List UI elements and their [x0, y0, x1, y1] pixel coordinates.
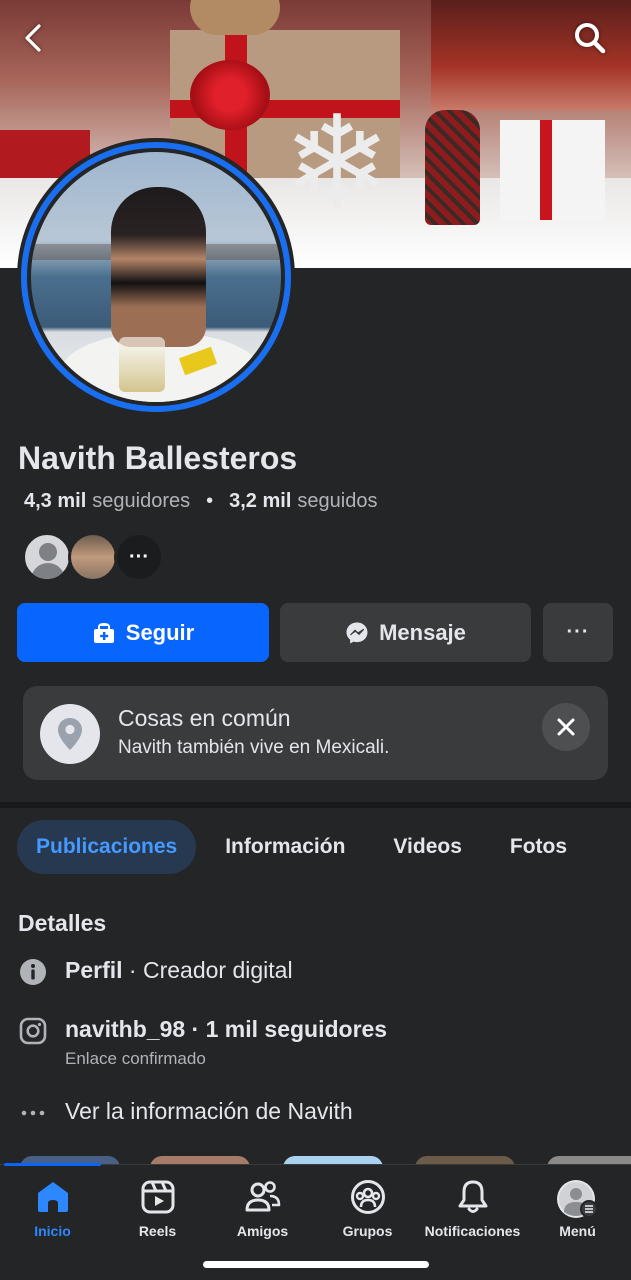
back-button[interactable]: [12, 16, 56, 60]
following-count[interactable]: 3,2 mil: [229, 490, 291, 513]
section-divider: [0, 802, 631, 808]
nav-notificaciones[interactable]: Notificaciones: [420, 1179, 525, 1239]
mutual-more[interactable]: ···: [114, 532, 164, 582]
tab-informacion[interactable]: Información: [206, 820, 364, 874]
instagram-confirmed: Enlace confirmado: [65, 1049, 206, 1068]
detail-instagram-row[interactable]: navithb_98 · 1 mil seguidores Enlace con…: [18, 1016, 387, 1069]
stats-separator: •: [206, 490, 214, 512]
bell-icon: [458, 1180, 487, 1213]
more-options-button[interactable]: ···: [543, 603, 613, 662]
instagram-followers: · 1 mil seguidores: [191, 1016, 388, 1042]
home-icon: [37, 1182, 68, 1212]
tab-publicaciones[interactable]: Publicaciones: [17, 820, 197, 874]
nav-label: Inicio: [34, 1223, 71, 1239]
menu-avatar-icon: [556, 1180, 598, 1218]
mutual-friends[interactable]: ···: [22, 532, 164, 582]
detail-profile-row: Perfil · Creador digital: [18, 957, 293, 987]
nav-label: Reels: [138, 1223, 177, 1239]
home-indicator[interactable]: [203, 1261, 429, 1268]
mutual-avatar-photo[interactable]: [68, 532, 118, 582]
reels-icon: [141, 1180, 174, 1214]
common-title: Cosas en común: [118, 705, 291, 731]
tab-videos[interactable]: Videos: [374, 820, 480, 874]
search-icon: [575, 23, 606, 54]
dismiss-button[interactable]: [542, 703, 590, 751]
close-icon: [557, 718, 575, 736]
see-more-info: Ver la información de Navith: [65, 1098, 353, 1124]
info-icon: [18, 957, 48, 987]
story-ring: [21, 142, 291, 412]
follow-label: Seguir: [125, 619, 195, 645]
nav-grupos[interactable]: Grupos: [315, 1179, 420, 1239]
groups-icon: [350, 1180, 385, 1214]
profile-type-label: Perfil: [65, 957, 123, 983]
nav-inicio[interactable]: Inicio: [0, 1179, 105, 1239]
nav-reels[interactable]: Reels: [105, 1179, 210, 1239]
nav-label: Amigos: [236, 1223, 289, 1239]
tab-fotos[interactable]: Fotos: [491, 820, 586, 874]
nav-menu[interactable]: Menú: [525, 1179, 630, 1239]
active-tab-indicator: [4, 1163, 101, 1166]
more-dots-icon: ···: [566, 621, 590, 643]
friends-icon: [245, 1181, 280, 1212]
messenger-icon: [346, 622, 368, 643]
profile-tabs: Publicaciones Información Videos Fotos: [17, 820, 586, 874]
profile-picture[interactable]: [17, 138, 295, 416]
location-pin-icon: [40, 704, 100, 764]
search-button[interactable]: [568, 16, 612, 60]
profile-type-value: · Creador digital: [128, 957, 293, 983]
bottom-navigation: Inicio Reels Amigos Grupos Notificacione…: [0, 1163, 631, 1280]
followers-label[interactable]: seguidores: [92, 490, 190, 513]
follow-icon: [93, 622, 114, 643]
followers-count[interactable]: 4,3 mil: [24, 490, 86, 513]
following-label[interactable]: seguidos: [297, 490, 377, 513]
common-subtitle: Navith también vive en Mexicali.: [118, 737, 390, 758]
nav-label: Notificaciones: [424, 1223, 521, 1239]
message-button[interactable]: Mensaje: [280, 603, 531, 662]
chevron-left-icon: [25, 24, 41, 52]
follow-button[interactable]: Seguir: [17, 603, 269, 662]
avatar: [31, 152, 281, 402]
instagram-handle[interactable]: navithb_98: [65, 1016, 185, 1042]
ellipsis-icon: [18, 1098, 48, 1128]
instagram-icon: [18, 1016, 48, 1046]
nav-amigos[interactable]: Amigos: [210, 1179, 315, 1239]
profile-name: Navith Ballesteros: [18, 440, 298, 476]
message-label: Mensaje: [379, 619, 466, 645]
profile-stats: 4,3 mil seguidores • 3,2 mil seguidos: [24, 490, 377, 513]
common-card[interactable]: Cosas en común Navith también vive en Me…: [23, 686, 608, 780]
nav-label: Menú: [559, 1223, 596, 1239]
details-heading: Detalles: [18, 910, 107, 936]
detail-more-row[interactable]: Ver la información de Navith: [18, 1098, 353, 1128]
mutual-avatar-default[interactable]: [22, 532, 72, 582]
nav-label: Grupos: [342, 1223, 393, 1239]
